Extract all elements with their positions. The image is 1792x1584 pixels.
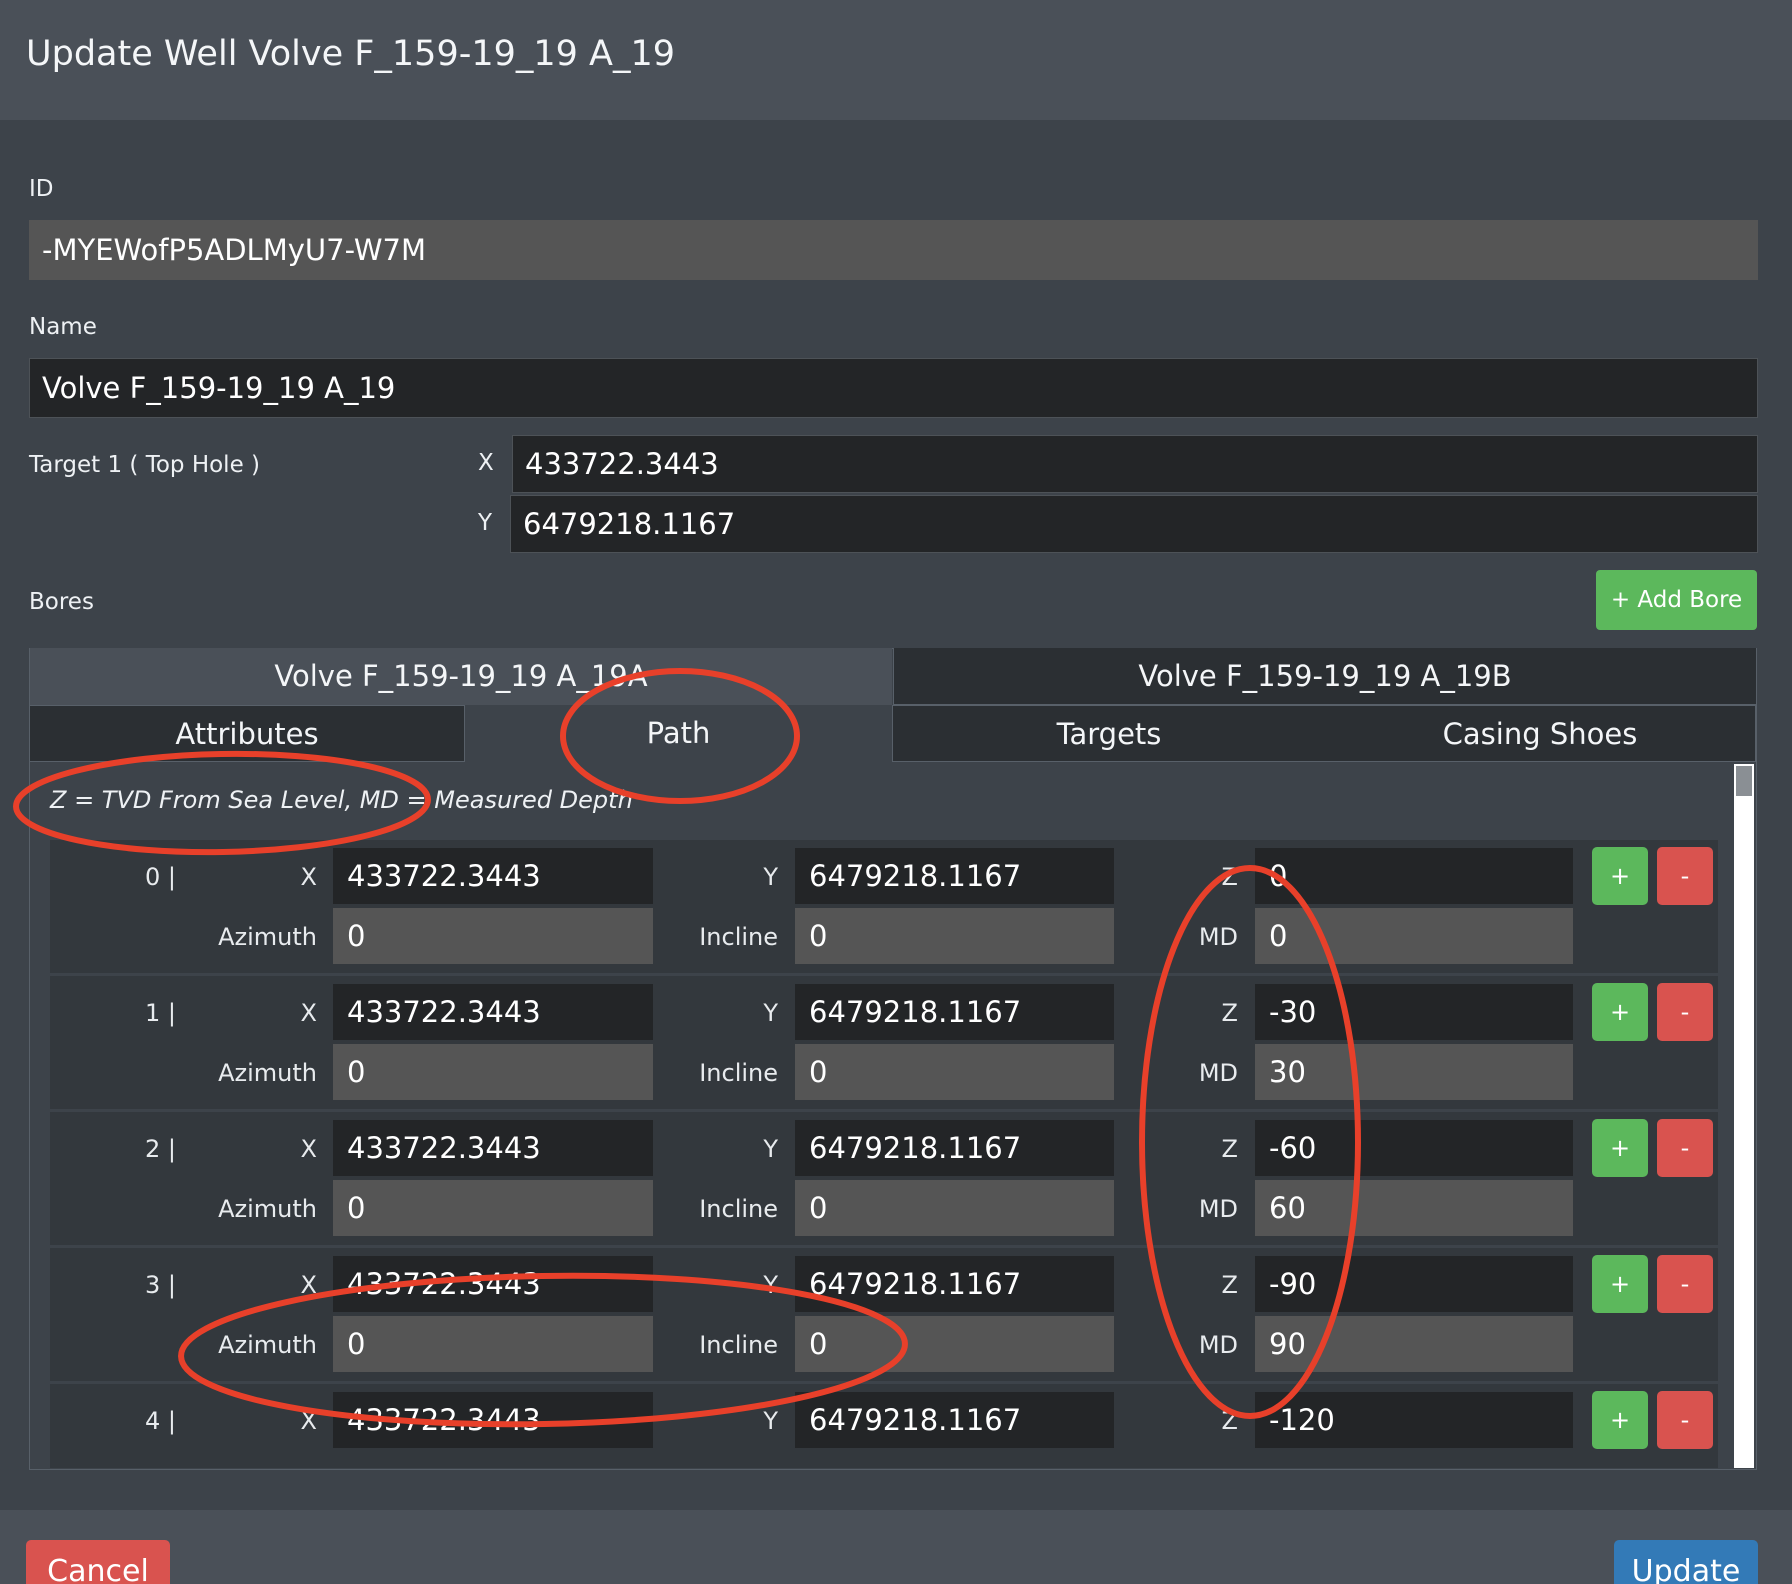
z-input[interactable]: -90 (1255, 1256, 1573, 1312)
bore-tab-a19a[interactable]: Volve F_159-19_19 A_19A (30, 648, 892, 705)
bore-tab-a19b[interactable]: Volve F_159-19_19 A_19B (893, 648, 1756, 705)
add-point-button[interactable]: + (1592, 1255, 1648, 1313)
y-label: Y (763, 1271, 778, 1299)
path-row-index: 1 | (145, 999, 176, 1027)
dialog-title: Update Well Volve F_159-19_19 A_19 (26, 34, 676, 74)
add-bore-button[interactable]: + Add Bore (1596, 570, 1757, 630)
azimuth-field: 0 (333, 1316, 653, 1372)
azimuth-label: Azimuth (218, 923, 317, 951)
add-point-button[interactable]: + (1592, 1119, 1648, 1177)
incline-label: Incline (699, 1331, 778, 1359)
azimuth-field: 0 (333, 1180, 653, 1236)
path-scrollbar[interactable] (1734, 764, 1754, 1468)
y-label: Y (763, 863, 778, 891)
y-label: Y (763, 999, 778, 1027)
incline-field: 0 (795, 1180, 1114, 1236)
x-label: X (300, 1135, 317, 1163)
z-label: Z (1221, 1135, 1238, 1163)
md-label: MD (1198, 1195, 1238, 1223)
target-x-label: X (478, 450, 494, 476)
x-label: X (300, 999, 317, 1027)
target-y-field[interactable]: 6479218.1167 (510, 495, 1758, 553)
x-label: X (300, 1271, 317, 1299)
incline-field: 0 (795, 908, 1114, 964)
target-x-field[interactable]: 433722.3443 (512, 435, 1758, 493)
tab-attributes[interactable]: Attributes (30, 705, 464, 762)
x-input[interactable]: 433722.3443 (333, 1392, 653, 1448)
md-field: 90 (1255, 1316, 1573, 1372)
path-row-index: 2 | (145, 1135, 176, 1163)
z-input[interactable]: -30 (1255, 984, 1573, 1040)
tab-path[interactable]: Path (464, 705, 893, 762)
remove-point-button[interactable]: - (1657, 1255, 1713, 1313)
x-input[interactable]: 433722.3443 (333, 984, 653, 1040)
name-label: Name (29, 314, 97, 340)
x-label: X (300, 863, 317, 891)
y-label: Y (763, 1135, 778, 1163)
md-label: MD (1198, 1059, 1238, 1087)
incline-label: Incline (699, 1195, 778, 1223)
tab-targets[interactable]: Targets (893, 705, 1325, 762)
path-scrollbar-thumb[interactable] (1736, 766, 1752, 796)
z-label: Z (1221, 1407, 1238, 1435)
remove-point-button[interactable]: - (1657, 1391, 1713, 1449)
update-button[interactable]: Update (1614, 1540, 1758, 1584)
md-label: MD (1198, 923, 1238, 951)
md-field: 0 (1255, 908, 1573, 964)
remove-point-button[interactable]: - (1657, 983, 1713, 1041)
azimuth-label: Azimuth (218, 1331, 317, 1359)
y-label: Y (763, 1407, 778, 1435)
path-row-index: 3 | (145, 1271, 176, 1299)
azimuth-label: Azimuth (218, 1059, 317, 1087)
x-label: X (300, 1407, 317, 1435)
z-label: Z (1221, 999, 1238, 1027)
dialog-footer (0, 1510, 1792, 1584)
y-input[interactable]: 6479218.1167 (795, 1392, 1114, 1448)
md-label: MD (1198, 1331, 1238, 1359)
azimuth-label: Azimuth (218, 1195, 317, 1223)
target-y-label: Y (478, 510, 493, 536)
path-row-index: 0 | (145, 863, 176, 891)
y-input[interactable]: 6479218.1167 (795, 848, 1114, 904)
azimuth-field: 0 (333, 1044, 653, 1100)
z-input[interactable]: -60 (1255, 1120, 1573, 1176)
name-field[interactable]: Volve F_159-19_19 A_19 (29, 358, 1758, 418)
z-input[interactable]: 0 (1255, 848, 1573, 904)
y-input[interactable]: 6479218.1167 (795, 1120, 1114, 1176)
id-field: -MYEWofP5ADLMyU7-W7M (29, 220, 1758, 280)
md-field: 60 (1255, 1180, 1573, 1236)
cancel-button[interactable]: Cancel (26, 1540, 170, 1584)
z-input[interactable]: -120 (1255, 1392, 1573, 1448)
path-row-index: 4 | (145, 1407, 176, 1435)
add-point-button[interactable]: + (1592, 983, 1648, 1041)
add-point-button[interactable]: + (1592, 1391, 1648, 1449)
path-note: Z = TVD From Sea Level, MD = Measured De… (50, 786, 633, 814)
incline-field: 0 (795, 1316, 1114, 1372)
tab-casing-shoes[interactable]: Casing Shoes (1325, 705, 1756, 762)
bores-label: Bores (29, 589, 94, 615)
remove-point-button[interactable]: - (1657, 1119, 1713, 1177)
remove-point-button[interactable]: - (1657, 847, 1713, 905)
x-input[interactable]: 433722.3443 (333, 1120, 653, 1176)
y-input[interactable]: 6479218.1167 (795, 1256, 1114, 1312)
incline-field: 0 (795, 1044, 1114, 1100)
md-field: 30 (1255, 1044, 1573, 1100)
z-label: Z (1221, 1271, 1238, 1299)
z-label: Z (1221, 863, 1238, 891)
azimuth-field: 0 (333, 908, 653, 964)
incline-label: Incline (699, 1059, 778, 1087)
x-input[interactable]: 433722.3443 (333, 1256, 653, 1312)
y-input[interactable]: 6479218.1167 (795, 984, 1114, 1040)
target-label: Target 1 ( Top Hole ) (29, 452, 261, 478)
add-point-button[interactable]: + (1592, 847, 1648, 905)
id-label: ID (29, 176, 54, 202)
incline-label: Incline (699, 923, 778, 951)
x-input[interactable]: 433722.3443 (333, 848, 653, 904)
